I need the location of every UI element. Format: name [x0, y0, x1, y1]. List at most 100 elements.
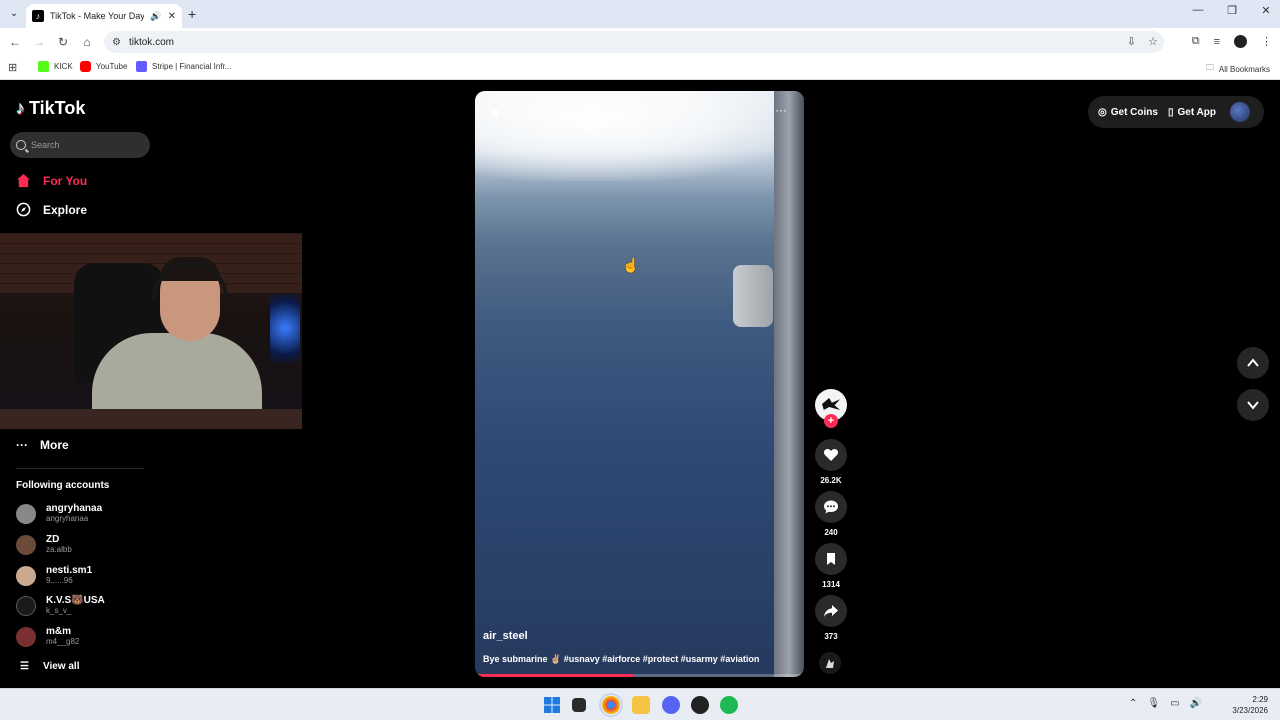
share-button[interactable]	[815, 595, 847, 627]
site-info-icon[interactable]: ⚙	[112, 37, 121, 48]
minimize-icon[interactable]: —	[1192, 4, 1204, 17]
tray-chevron-up-icon[interactable]: ⌃	[1129, 698, 1137, 709]
bookmark-stripe[interactable]: Stripe | Financial Infr...	[136, 61, 231, 72]
share-count: 373	[824, 632, 838, 641]
stripe-icon	[136, 61, 147, 72]
reload-icon[interactable]: ↻	[56, 35, 70, 49]
restore-icon[interactable]: ❐	[1226, 4, 1238, 17]
speaker-icon[interactable]: 🔊	[150, 11, 161, 22]
system-clock[interactable]: 2:29 3/23/2026	[1232, 694, 1268, 716]
microphone-icon[interactable]: 🎙	[1147, 698, 1160, 709]
bookmark-star-icon[interactable]: ☆	[1148, 35, 1158, 48]
music-disc-icon[interactable]	[819, 652, 841, 674]
account-name: K.V.S🐻USA	[46, 595, 105, 606]
extensions-icon[interactable]: ⧉	[1192, 35, 1200, 48]
video-progress-bar[interactable]	[475, 674, 804, 677]
network-icon[interactable]: ▭	[1170, 698, 1179, 709]
apps-grid-icon[interactable]: ⊞	[8, 61, 17, 74]
nav-more[interactable]: ··· More	[16, 438, 69, 452]
close-window-icon[interactable]: ✕	[1260, 4, 1272, 17]
profile-avatar[interactable]	[1234, 35, 1247, 48]
more-options-icon[interactable]: ···	[775, 103, 787, 117]
following-account[interactable]: angryhanaa angryhanaa	[16, 503, 102, 524]
view-all-button[interactable]: ☰ View all	[20, 661, 79, 672]
spotify-icon[interactable]	[720, 696, 738, 714]
bookmark-label: KICK	[54, 62, 73, 71]
back-icon[interactable]: ←	[8, 35, 22, 49]
like-button[interactable]	[815, 439, 847, 471]
nav-explore[interactable]: Explore	[16, 202, 87, 217]
task-view-icon[interactable]	[572, 698, 586, 712]
all-bookmarks-label: All Bookmarks	[1218, 64, 1270, 74]
avatar	[16, 534, 36, 555]
bookmark-kick[interactable]: KICK	[38, 61, 73, 72]
coin-icon: ◎	[1098, 106, 1107, 118]
get-app-button[interactable]: ▯ Get App	[1168, 107, 1216, 118]
follow-plus-icon[interactable]: +	[824, 414, 838, 428]
following-account[interactable]: K.V.S🐻USA k_s_v_	[16, 595, 105, 616]
discord-icon[interactable]	[662, 696, 680, 714]
like-count: 26.2K	[820, 476, 842, 485]
nav-for-you[interactable]: For You	[16, 173, 87, 188]
comment-count: 240	[824, 528, 838, 537]
phone-icon: ▯	[1167, 106, 1174, 118]
hand-cursor-icon: ☝	[622, 257, 640, 273]
search-box[interactable]	[10, 132, 150, 158]
tiktok-logo[interactable]: ♪ TikTok	[16, 98, 85, 119]
avatar	[16, 503, 36, 524]
chevron-down-icon	[1247, 401, 1259, 410]
save-count: 1314	[822, 580, 840, 589]
windows-taskbar: ⌃ 🎙 ▭ 🔊 2:29 3/23/2026	[0, 688, 1280, 720]
save-button[interactable]	[815, 543, 847, 575]
following-account[interactable]: ZD za.albb	[16, 534, 72, 555]
account-name: m&m	[46, 626, 72, 637]
obs-icon[interactable]	[691, 696, 709, 714]
following-account[interactable]: m&m m4__g82	[16, 626, 79, 647]
new-tab-button[interactable]: +	[188, 6, 196, 22]
bookmark-icon	[827, 553, 835, 565]
previous-video-button[interactable]	[1237, 347, 1269, 379]
close-tab-icon[interactable]: ✕	[168, 11, 176, 22]
next-video-button[interactable]	[1237, 389, 1269, 421]
browser-tab[interactable]: ♪ TikTok - Make Your Day 🔊 ✕	[26, 4, 182, 28]
account-handle: k_s_v_	[46, 606, 72, 615]
following-account[interactable]: nesti.sm1 9......96	[16, 565, 92, 586]
tiktok-page: ♪ TikTok For You Explore ··· More Follow…	[0, 80, 1280, 688]
tiktok-favicon-icon: ♪	[32, 10, 44, 22]
forward-icon[interactable]: →	[32, 35, 46, 49]
all-bookmarks[interactable]: 🗀 All Bookmarks	[1206, 62, 1270, 76]
bookmark-label: Stripe | Financial Infr...	[152, 62, 232, 71]
install-app-icon[interactable]: ⇩	[1127, 35, 1136, 48]
video-caption: Bye submarine ✌🏼 #usnavy #airforce #prot…	[483, 654, 760, 664]
volume-icon[interactable]: 🔊	[1190, 698, 1202, 709]
browser-tab-bar: ⌄ ♪ TikTok - Make Your Day 🔊 ✕ + — ❐ ✕	[0, 0, 1280, 28]
file-explorer-icon[interactable]	[632, 696, 650, 714]
bookmark-label: YouTube	[96, 62, 128, 71]
url-text[interactable]: tiktok.com	[129, 37, 174, 48]
reading-list-icon[interactable]: ≡	[1214, 36, 1220, 48]
get-coins-button[interactable]: ◎ Get Coins	[1098, 107, 1158, 118]
tiktok-note-icon: ♪	[16, 98, 25, 118]
mute-icon[interactable]: ◀	[489, 105, 498, 119]
browser-menu-icon[interactable]: ⋮	[1261, 35, 1272, 48]
windows-start-icon[interactable]	[543, 696, 561, 714]
comment-button[interactable]	[815, 491, 847, 523]
sound-icon	[826, 659, 834, 668]
following-title: Following accounts	[16, 480, 110, 491]
chrome-icon[interactable]	[599, 693, 623, 717]
bookmark-youtube[interactable]: YouTube	[80, 61, 127, 72]
search-input[interactable]	[31, 140, 141, 150]
avatar	[16, 565, 36, 586]
tab-title: TikTok - Make Your Day	[50, 11, 145, 21]
search-icon	[16, 140, 26, 150]
video-username[interactable]: air_steel	[483, 630, 528, 642]
get-app-label: Get App	[1177, 106, 1216, 118]
account-handle: m4__g82	[46, 637, 80, 646]
tab-search-icon[interactable]: ⌄	[6, 6, 22, 22]
omnibox[interactable]: ⚙ tiktok.com ⇩ ☆	[104, 31, 1164, 53]
sidebar-divider	[16, 468, 144, 469]
home-icon[interactable]: ⌂	[80, 35, 94, 49]
user-avatar[interactable]	[1230, 102, 1250, 122]
bookmarks-bar: ⊞ KICK YouTube Stripe | Financial Infr..…	[0, 56, 1280, 80]
video-player[interactable]: ◀ ··· air_steel Bye submarine ✌🏼 #usnavy…	[475, 91, 804, 677]
